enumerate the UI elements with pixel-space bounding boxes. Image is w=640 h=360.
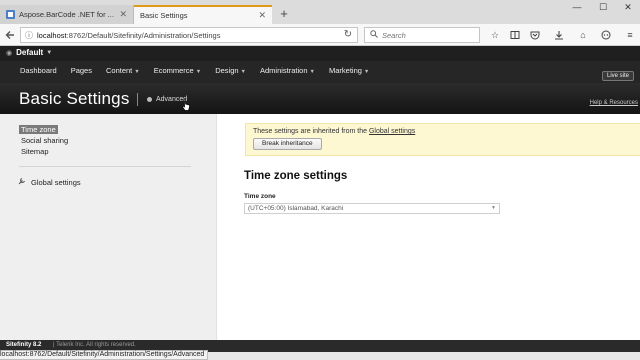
sidebar-divider [19,166,191,167]
close-window-button[interactable]: ✕ [617,0,639,14]
nav-item-ecommerce[interactable]: Ecommerce ▼ [154,66,201,75]
nav-label: Dashboard [20,66,57,75]
mouse-cursor-icon [182,100,190,111]
download-icon[interactable] [551,27,567,43]
time-zone-select[interactable]: (UTC+05:00) Islamabad, Karachi ▼ [244,203,500,214]
browser-tab-basic-settings[interactable]: Basic Settings ✕ [134,5,272,24]
reading-list-icon[interactable] [507,27,523,43]
reload-icon[interactable]: ↻ [340,27,356,43]
nav-item-administration[interactable]: Administration ▼ [260,66,315,75]
aspose-favicon-icon [6,10,15,19]
nav-item-pages[interactable]: Pages [71,66,92,75]
status-url-tooltip: localhost:8762/Default/Sitefinity/Admini… [0,350,209,360]
search-input[interactable] [382,30,472,40]
chevron-down-icon: ▼ [134,69,140,75]
copyright-text: | Telerik Inc. All rights reserved. [53,342,136,348]
browser-navbar: ⓘ localhost:8762/Default/Sitefinity/Admi… [0,24,640,46]
chevron-down-icon: ▼ [363,69,370,75]
home-icon[interactable]: ⌂ [575,27,591,43]
close-tab-icon[interactable]: ✕ [119,9,127,20]
title-divider [137,93,138,106]
time-zone-label: Time zone [244,193,276,200]
chevron-down-icon: ▼ [491,205,496,211]
live-site-button[interactable]: Live site [601,71,634,81]
nav-label: Pages [70,66,92,75]
bookmark-star-icon[interactable]: ☆ [487,27,503,43]
page-title: Basic Settings [19,89,130,108]
advanced-gear-icon [147,97,152,102]
nav-label: Ecommerce [153,66,194,75]
sidebar-item-sitemap[interactable]: Sitemap [19,147,51,156]
sitefinity-main-nav: Dashboard Pages Content ▼ Ecommerce ▼ Desi… [0,61,640,83]
nav-item-content[interactable]: Content ▼ [106,66,140,75]
browser-tab-label: Basic Settings [140,11,188,20]
nav-item-marketing[interactable]: Marketing ▼ [329,66,369,75]
browser-tab-aspose[interactable]: Aspose.BarCode .NET for ... ✕ [0,5,134,24]
settings-sidebar: Time zone Social sharing Sitemap Global … [0,114,217,340]
url-path: :8762/Default/Sitefinity/Administration/… [66,30,221,40]
sitefinity-site-bar: ◉ Default ▼ [0,46,640,61]
url-host: localhost [37,30,67,40]
info-icon[interactable]: ⓘ [25,30,33,41]
page-title-bar: Basic Settings Advanced Help & Resources [0,83,640,114]
notice-prefix: These settings are inherited from the [253,128,369,135]
help-resources-link[interactable]: Help & Resources [590,100,638,106]
sidebar-item-social-sharing[interactable]: Social sharing [19,136,70,145]
wrench-icon [18,177,26,187]
minimize-button[interactable]: — [566,0,588,14]
global-settings-notice-link[interactable]: Global settings [369,128,415,135]
url-bar[interactable]: ⓘ localhost:8762/Default/Sitefinity/Admi… [20,27,358,43]
chevron-down-icon: ▼ [46,49,53,56]
site-name: Default [16,48,44,57]
global-settings-label: Global settings [31,177,81,187]
inheritance-notice: These settings are inherited from the Gl… [245,123,640,156]
settings-main: These settings are inherited from the Gl… [218,114,640,340]
nav-label: Design [215,66,239,75]
break-inheritance-button[interactable]: Break inheritance [253,138,322,150]
nav-item-dashboard[interactable]: Dashboard [20,66,57,75]
nav-label: Marketing [328,66,362,75]
browser-tab-strip: Aspose.BarCode .NET for ... ✕ Basic Sett… [0,0,640,24]
close-tab-icon[interactable]: ✕ [258,10,266,21]
search-icon [370,30,378,40]
global-settings-link[interactable]: Global settings [18,177,81,187]
new-tab-button[interactable]: + [276,6,292,22]
browser-tab-label: Aspose.BarCode .NET for ... [19,10,114,19]
nav-label: Administration [260,66,308,75]
chat-icon[interactable] [598,27,614,43]
browser-search-box[interactable] [364,27,480,43]
notice-text: These settings are inherited from the Gl… [253,128,415,135]
url-text: localhost:8762/Default/Sitefinity/Admini… [37,31,353,40]
chevron-down-icon: ▼ [240,69,246,75]
chevron-down-icon: ▼ [195,69,202,75]
sidebar-item-time-zone[interactable]: Time zone [19,125,58,134]
site-selector[interactable]: ◉ Default ▼ [6,48,52,57]
menu-icon[interactable]: ≡ [622,27,638,43]
version-text: Sitefinity 8.2 [6,342,42,348]
nav-item-design[interactable]: Design ▼ [215,66,246,75]
maximize-button[interactable]: ☐ [592,0,614,14]
chevron-down-icon: ▼ [309,69,315,75]
pocket-icon[interactable] [527,27,543,43]
site-icon: ◉ [6,49,13,57]
time-zone-value: (UTC+05:00) Islamabad, Karachi [248,205,344,212]
section-title: Time zone settings [244,170,348,182]
nav-label: Content [105,66,133,75]
back-icon[interactable] [2,27,18,43]
